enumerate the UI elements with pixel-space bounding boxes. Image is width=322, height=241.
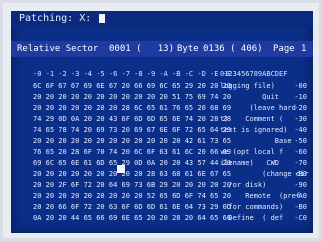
page-label: Page — [273, 44, 295, 54]
hex-bytes[interactable]: 6C 6F 67 67 69 6E 67 20 66 69 6C 65 29 2… — [33, 81, 231, 92]
hex-bytes[interactable]: 20 20 20 20 20 20 20 20 20 52 65 6D 6F 7… — [33, 191, 231, 202]
byte-value: 0136 ( 406) — [203, 44, 263, 54]
ascii-bytes[interactable]: /or disk) — [220, 180, 290, 191]
hex-bytes[interactable]: 0A 20 20 44 65 66 69 6E 65 20 20 28 20 6… — [33, 213, 231, 224]
hex-bytes[interactable]: 20 20 66 6F 72 20 63 6F 6D 6D 61 6E 64 7… — [33, 202, 231, 213]
table-row[interactable]: 20 20 2F 6F 72 20 64 69 73 6B 29 20 20 2… — [11, 180, 313, 191]
hex-bytes[interactable]: 20 20 20 20 20 20 20 20 20 20 20 51 75 6… — [33, 92, 231, 103]
hex-bytes[interactable]: 74 65 78 74 20 69 73 20 69 67 6E 6F 72 6… — [33, 125, 231, 136]
row-offset: -60 — [294, 148, 307, 156]
table-row[interactable]: 74 29 0D 0A 20 20 43 6F 6D 6D 65 6E 74 2… — [11, 114, 313, 125]
hex-column-header: -0 -1 -2 -3 -4 -5 -6 -7 -8 -9 -A -B -C -… — [33, 70, 232, 78]
ascii-bytes[interactable]: (change dir — [220, 169, 308, 180]
row-offset: -70 — [294, 159, 307, 167]
hex-bytes[interactable]: 20 20 20 20 20 20 20 28 6C 65 61 76 65 2… — [33, 103, 231, 114]
page-value: 1 — [301, 44, 307, 54]
hex-bytes[interactable]: 74 29 0D 0A 20 20 43 6F 6D 6D 65 6E 74 2… — [33, 114, 231, 125]
row-offset: -C0 — [294, 214, 307, 222]
hex-bytes[interactable]: 69 6C 65 6E 61 6D 65 29 0D 0A 20 20 43 5… — [33, 158, 231, 169]
screen-frame: Patching: X: Relative Sector 0001 ( 13) … — [3, 3, 319, 238]
table-row[interactable]: 74 65 78 74 20 69 73 20 69 67 6E 6F 72 6… — [11, 125, 313, 136]
hex-dump[interactable]: 6C 6F 67 67 69 6E 67 20 66 69 6C 65 29 2… — [11, 81, 313, 226]
relative-sector-label: Relative Sector — [17, 44, 99, 54]
ascii-bytes[interactable]: text is ignored) — [220, 125, 290, 136]
terminal-screen: Patching: X: Relative Sector 0001 ( 13) … — [11, 11, 313, 233]
row-offset: -10 — [294, 93, 307, 101]
ascii-bytes[interactable]: for commands) — [220, 202, 290, 213]
table-row[interactable]: 6C 6F 67 67 69 6E 67 20 66 69 6C 65 29 2… — [11, 81, 313, 92]
ascii-bytes[interactable]: ve (opt local f — [220, 147, 290, 158]
app-title: Patching: X: — [19, 13, 92, 24]
hex-bytes[interactable]: 20 20 2F 6F 72 20 64 69 73 6B 29 20 20 2… — [33, 180, 231, 191]
text-cursor — [99, 13, 106, 23]
hex-bytes[interactable]: 20 20 20 20 20 20 20 20 20 20 20 20 42 6… — [33, 136, 231, 147]
row-offset: -B0 — [294, 203, 307, 211]
table-row[interactable]: 69 6C 65 6E 61 6D 65 29 0D 0A 20 20 43 5… — [11, 158, 313, 169]
row-offset: -A0 — [294, 192, 307, 200]
ascii-column-header: 0123456789ABCDEF — [220, 70, 288, 78]
ascii-bytes[interactable]: t) Comment ( — [220, 114, 290, 125]
table-row[interactable]: 76 65 20 28 6F 70 74 20 6C 6F 63 61 6C 2… — [11, 147, 313, 158]
selection-cursor — [117, 165, 125, 173]
ascii-bytes[interactable]: Remote (pref — [220, 191, 300, 202]
table-row[interactable]: 20 20 20 20 20 20 20 20 20 20 20 20 42 6… — [11, 136, 313, 147]
row-offset: -80 — [294, 170, 307, 178]
table-row[interactable]: 20 20 66 6F 72 20 63 6F 6D 6D 61 6E 64 7… — [11, 202, 313, 213]
ascii-bytes[interactable]: Define ( def — [220, 213, 290, 224]
table-row[interactable]: 20 20 20 20 20 20 20 28 6C 65 61 76 65 2… — [11, 103, 313, 114]
table-row[interactable]: 20 20 20 20 20 20 20 20 20 52 65 6D 6F 7… — [11, 191, 313, 202]
ascii-bytes[interactable]: Base — [220, 136, 292, 147]
status-bar: Relative Sector 0001 ( 13) Byte 0136 ( 4… — [11, 41, 313, 57]
ascii-bytes[interactable]: Quit — [220, 92, 290, 103]
row-offset: -50 — [294, 137, 307, 145]
row-offset: -00 — [294, 82, 307, 90]
ascii-bytes[interactable]: logging file) — [220, 81, 290, 92]
row-offset: -40 — [294, 126, 307, 134]
row-offset: -30 — [294, 115, 307, 123]
title-bar: Patching: X: — [11, 11, 313, 27]
row-offset: -20 — [294, 104, 307, 112]
table-row[interactable]: 20 20 20 20 20 20 20 20 20 20 20 51 75 6… — [11, 92, 313, 103]
ascii-bytes[interactable]: (leave hard — [220, 103, 296, 114]
ascii-bytes[interactable]: ilename) CWD — [220, 158, 290, 169]
byte-label: Byte — [177, 44, 199, 54]
hex-bytes[interactable]: 76 65 20 28 6F 70 74 20 6C 6F 63 61 6C 2… — [33, 147, 231, 158]
column-header: -0 -1 -2 -3 -4 -5 -6 -7 -8 -9 -A -B -C -… — [11, 69, 313, 79]
hex-bytes[interactable]: 20 20 20 20 20 20 20 20 20 28 63 68 61 6… — [33, 169, 231, 180]
row-offset: -90 — [294, 181, 307, 189]
relative-sector-value: 0001 ( 13) — [109, 44, 175, 54]
table-row[interactable]: 0A 20 20 44 65 66 69 6E 65 20 20 28 20 6… — [11, 213, 313, 224]
table-row[interactable]: 20 20 20 20 20 20 20 20 20 28 63 68 61 6… — [11, 169, 313, 180]
